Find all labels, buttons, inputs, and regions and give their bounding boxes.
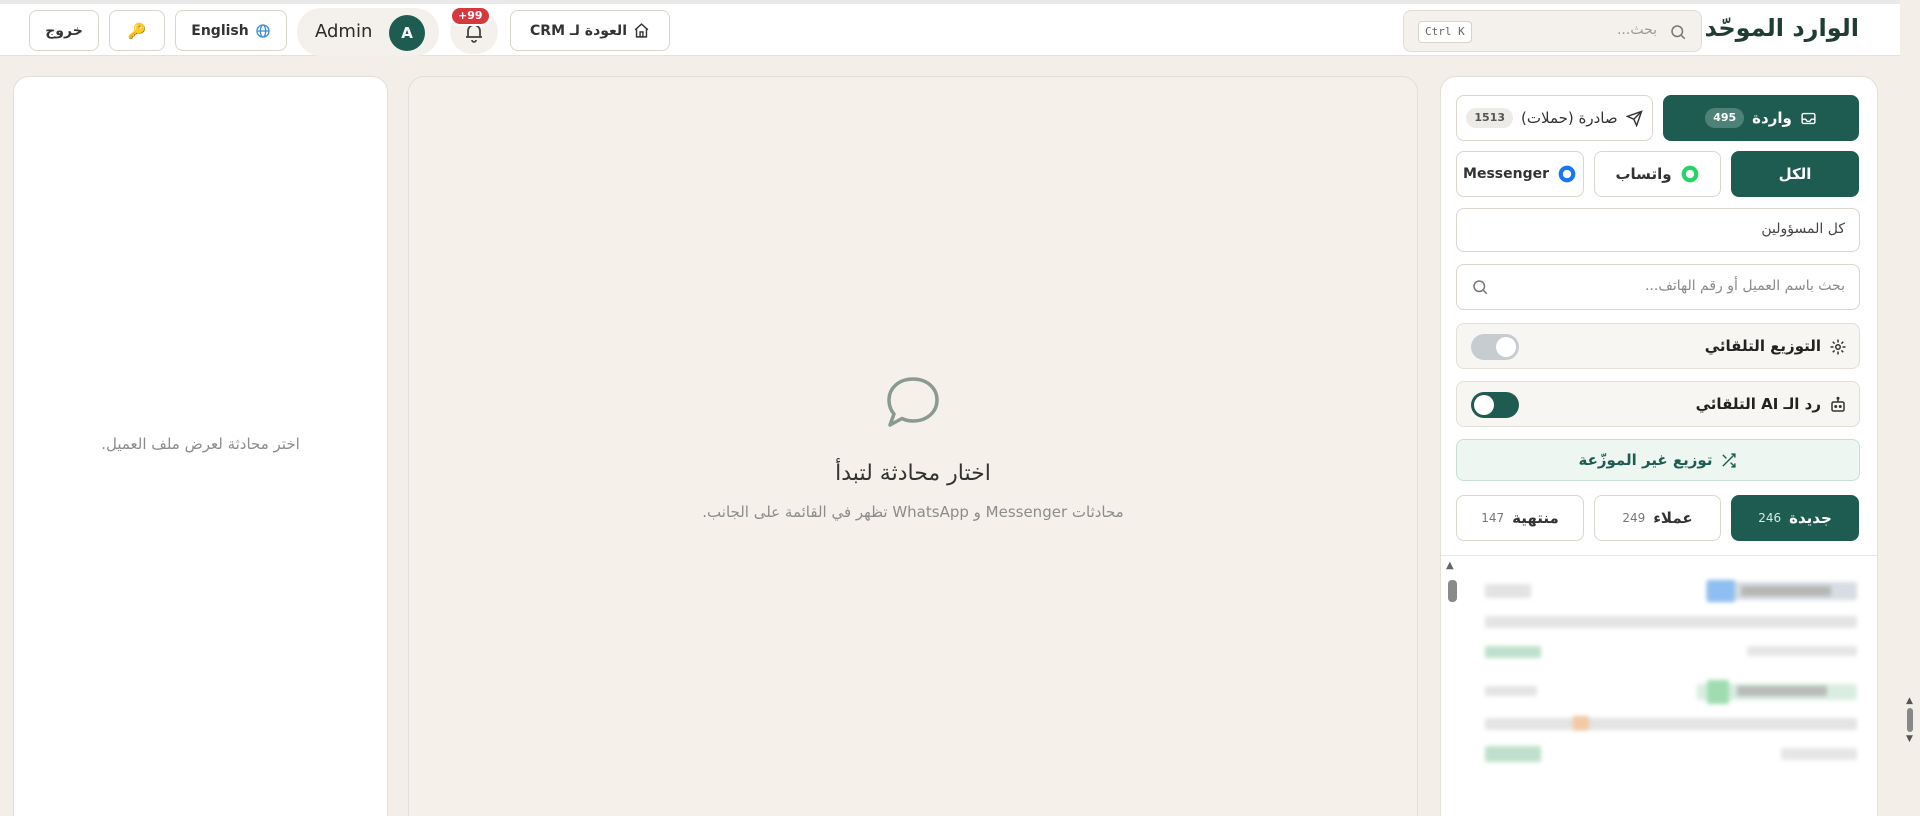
- channel-tab-all-label: الكل: [1778, 165, 1812, 183]
- auto-distribution-toggle[interactable]: [1471, 334, 1519, 360]
- ai-auto-reply-row: رد الـ AI التلقائي: [1456, 381, 1860, 427]
- customer-search-input[interactable]: بحث باسم العميل أو رقم الهاتف...: [1456, 264, 1860, 310]
- inbox-sidebar: واردة 495 صادرة (حملات) 1513 الكل واتساب…: [1440, 76, 1878, 816]
- status-tab-new-label: جديدة: [1789, 509, 1832, 527]
- send-icon: [1625, 109, 1643, 127]
- inbox-icon: [1801, 112, 1816, 124]
- scroll-up-arrow[interactable]: ▲: [1446, 560, 1454, 571]
- status-tab-customers-count: 249: [1622, 511, 1646, 525]
- sparkle-icon: [1830, 339, 1846, 355]
- language-toggle-button[interactable]: English: [175, 10, 287, 51]
- notifications-badge: +99: [450, 6, 491, 26]
- auto-distribution-label: التوزيع التلقائي: [1704, 337, 1821, 355]
- profile-empty-text: اختر محادثة لعرض ملف العميل.: [101, 435, 300, 453]
- page-scrollbar[interactable]: ▲ ▼: [1900, 0, 1920, 816]
- status-tab-customers[interactable]: عملاء 249: [1594, 495, 1721, 541]
- tab-outbound-label: صادرة (حملات): [1521, 109, 1618, 127]
- channel-tab-whatsapp-label: واتساب: [1615, 165, 1672, 183]
- logout-label: خروج: [45, 22, 83, 39]
- tab-outbound-count: 1513: [1466, 108, 1514, 128]
- channel-tab-whatsapp[interactable]: واتساب: [1594, 151, 1721, 197]
- robot-icon: [1831, 396, 1845, 412]
- change-password-button[interactable]: 🔑: [109, 10, 165, 51]
- empty-state-subtitle: محادثات Messenger و WhatsApp تظهر في الق…: [702, 503, 1124, 521]
- conversation-panel: اختار محادثة لتبدأ محادثات Messenger و W…: [408, 76, 1418, 816]
- conversation-list[interactable]: ▲ ▼: [1441, 555, 1877, 816]
- back-to-crm-label: العودة لـ CRM: [530, 22, 627, 39]
- page-scroll-down-arrow[interactable]: ▼: [1906, 734, 1913, 744]
- search-placeholder: بحث...: [1616, 22, 1657, 38]
- status-tab-new[interactable]: جديدة 246: [1731, 495, 1859, 541]
- empty-state-title: اختار محادثة لتبدأ: [835, 461, 991, 486]
- top-bar: الوارد الموحّد بحث... Ctrl K العودة لـ C…: [0, 0, 1900, 56]
- page-scroll-up-arrow[interactable]: ▲: [1906, 696, 1913, 706]
- channel-tab-messenger-label: Messenger: [1463, 166, 1549, 182]
- ai-auto-reply-label: رد الـ AI التلقائي: [1695, 395, 1821, 413]
- distribute-unassigned-label: توزيع غير الموزّعة: [1578, 451, 1713, 469]
- channel-tab-all[interactable]: الكل: [1731, 151, 1859, 197]
- key-icon: 🔑: [127, 21, 147, 40]
- status-tab-closed-label: منتهية: [1512, 509, 1559, 527]
- language-label: English: [191, 22, 249, 39]
- ai-auto-reply-toggle[interactable]: [1471, 392, 1519, 418]
- back-to-crm-button[interactable]: العودة لـ CRM: [510, 10, 670, 51]
- customer-profile-panel: اختر محادثة لعرض ملف العميل.: [13, 76, 388, 816]
- search-icon: [1671, 25, 1686, 40]
- toggle-knob: [1474, 395, 1494, 415]
- messenger-icon: [1558, 165, 1576, 183]
- auto-distribution-row: التوزيع التلقائي: [1456, 323, 1860, 369]
- status-tab-new-count: 246: [1758, 511, 1782, 525]
- list-scrollbar-thumb[interactable]: [1448, 580, 1457, 602]
- tab-inbound-label: واردة: [1752, 109, 1792, 127]
- channel-tab-messenger[interactable]: Messenger: [1456, 151, 1584, 197]
- globe-icon: [256, 23, 270, 38]
- user-name: Admin: [315, 21, 373, 42]
- notifications-button[interactable]: +99: [450, 6, 498, 54]
- whatsapp-icon: [1681, 165, 1698, 183]
- toggle-knob: [1496, 337, 1516, 357]
- assignee-select-value: كل المسؤولين: [1761, 221, 1845, 237]
- customer-search-placeholder: بحث باسم العميل أو رقم الهاتف...: [1644, 278, 1845, 294]
- shuffle-icon: [1722, 452, 1737, 468]
- home-icon: [634, 23, 649, 38]
- assignee-select[interactable]: كل المسؤولين: [1456, 208, 1860, 252]
- status-tab-customers-label: عملاء: [1653, 509, 1693, 527]
- page-scrollbar-thumb[interactable]: [1907, 708, 1913, 732]
- search-shortcut-hint: Ctrl K: [1418, 21, 1472, 43]
- logout-button[interactable]: خروج: [29, 10, 99, 51]
- tab-inbound[interactable]: واردة 495: [1663, 95, 1859, 141]
- tab-inbound-count: 495: [1705, 108, 1745, 128]
- search-icon: [1473, 280, 1488, 295]
- distribute-unassigned-button[interactable]: توزيع غير الموزّعة: [1456, 439, 1860, 481]
- user-menu[interactable]: Admin A: [297, 8, 439, 56]
- chat-bubble-icon: [887, 377, 939, 427]
- status-tab-closed-count: 147: [1481, 511, 1505, 525]
- global-search-input[interactable]: بحث... Ctrl K: [1403, 10, 1702, 52]
- avatar: A: [389, 15, 425, 51]
- status-tab-closed[interactable]: منتهية 147: [1456, 495, 1584, 541]
- app-title: الوارد الموحّد: [1704, 14, 1859, 42]
- tab-outbound-campaigns[interactable]: صادرة (حملات) 1513: [1456, 95, 1653, 141]
